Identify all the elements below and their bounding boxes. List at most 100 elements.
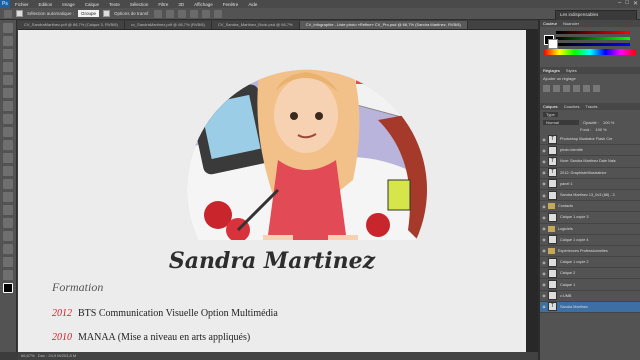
visibility-eye-icon[interactable]: ◉ <box>540 137 548 142</box>
tab-styles[interactable]: Styles <box>566 67 577 74</box>
document-tab[interactable]: CV_Sandra_Martinez_Book.psd @ 66,7% <box>212 21 300 29</box>
hand-tool-icon[interactable] <box>3 257 13 267</box>
tab-reglages[interactable]: Réglages <box>543 67 560 74</box>
visibility-eye-icon[interactable]: ◉ <box>540 260 548 265</box>
foreground-color-swatch[interactable] <box>3 283 13 293</box>
auto-select-checkbox[interactable] <box>16 10 23 17</box>
opacity-value[interactable]: 100 % <box>603 120 614 125</box>
document-tab-active[interactable]: CV_Infographie - Liste photo «Refine» CV… <box>299 21 468 29</box>
menu-selection[interactable]: Sélection <box>125 2 154 7</box>
menu-calque[interactable]: Calque <box>80 2 104 7</box>
crop-tool-icon[interactable] <box>3 75 13 85</box>
visibility-eye-icon[interactable]: ◉ <box>540 248 548 253</box>
layer-row[interactable]: ◉ Logiciels <box>540 224 640 235</box>
blur-tool-icon[interactable] <box>3 179 13 189</box>
visibility-eye-icon[interactable]: ◉ <box>540 237 548 242</box>
align-center-icon[interactable] <box>201 9 210 18</box>
layer-row[interactable]: ◉ T Photoshop Illustrator Flash Cre <box>540 134 640 146</box>
document-tab[interactable]: CV_SandraMartinez.pdf @ 66,7% (Calque 3,… <box>18 21 125 29</box>
document-tab[interactable]: cv_SandraMartinez.pdf @ 66,7% (RVB/8) <box>125 21 212 29</box>
visibility-eye-icon[interactable]: ◉ <box>540 226 548 231</box>
stamp-tool-icon[interactable] <box>3 127 13 137</box>
visibility-eye-icon[interactable]: ◉ <box>540 181 548 186</box>
maximize-button[interactable]: □ <box>625 0 629 7</box>
layer-row[interactable]: ◉ photo identité <box>540 145 640 157</box>
menu-filtre[interactable]: Filtre <box>153 2 173 7</box>
layer-row[interactable]: ◉ Expériences Professionnelles <box>540 246 640 258</box>
lasso-tool-icon[interactable] <box>3 49 13 59</box>
tab-couches[interactable]: Couches <box>564 103 580 110</box>
levels-icon[interactable] <box>553 85 560 92</box>
visibility-eye-icon[interactable]: ◉ <box>540 282 548 287</box>
blue-slider[interactable] <box>556 43 630 46</box>
path-select-tool-icon[interactable] <box>3 231 13 241</box>
layer-kind-filter[interactable]: Type <box>543 112 558 117</box>
minimize-button[interactable]: – <box>618 0 621 7</box>
align-bottom-icon[interactable] <box>177 9 186 18</box>
visibility-eye-icon[interactable]: ◉ <box>540 193 548 198</box>
layer-row[interactable]: ◉ panel 1 <box>540 179 640 190</box>
eyedropper-tool-icon[interactable] <box>3 88 13 98</box>
background-color[interactable] <box>548 39 558 49</box>
type-tool-icon[interactable] <box>3 218 13 228</box>
menu-fichier[interactable]: Fichier <box>10 2 34 7</box>
align-top-icon[interactable] <box>153 9 162 18</box>
hue-saturation-icon[interactable] <box>593 85 600 92</box>
fill-value[interactable]: 100 % <box>595 127 606 132</box>
move-tool-icon[interactable] <box>3 23 13 33</box>
pen-tool-icon[interactable] <box>3 205 13 215</box>
visibility-eye-icon[interactable]: ◉ <box>540 159 548 164</box>
brightness-icon[interactable] <box>543 85 550 92</box>
layer-row[interactable]: ◉ Calque 2 <box>540 268 640 280</box>
zoom-level[interactable]: 66,67% <box>21 353 35 358</box>
vibrance-icon[interactable] <box>583 85 590 92</box>
layer-row[interactable]: ◉ T Sandra Martinez <box>540 301 640 313</box>
align-middle-icon[interactable] <box>165 9 174 18</box>
red-slider[interactable] <box>556 31 630 34</box>
move-tool-icon[interactable] <box>4 9 12 18</box>
align-left-icon[interactable] <box>189 9 198 18</box>
visibility-eye-icon[interactable]: ◉ <box>540 204 548 209</box>
menu-image[interactable]: Image <box>57 2 80 7</box>
brush-tool-icon[interactable] <box>3 114 13 124</box>
layer-row[interactable]: ◉ T Nom: Sandra Martinez Date Nais <box>540 156 640 168</box>
zoom-tool-icon[interactable] <box>3 270 13 280</box>
align-right-icon[interactable] <box>213 9 222 18</box>
dodge-tool-icon[interactable] <box>3 192 13 202</box>
menu-edition[interactable]: Edition <box>34 2 58 7</box>
visibility-eye-icon[interactable]: ◉ <box>540 293 548 298</box>
auto-select-dropdown[interactable]: Groupe <box>78 10 100 17</box>
tab-traces[interactable]: Tracés <box>585 103 597 110</box>
shape-tool-icon[interactable] <box>3 244 13 254</box>
tab-couleur[interactable]: Couleur <box>543 20 557 27</box>
layer-row[interactable]: ◉ Calque 1 copie 4 <box>540 235 640 246</box>
eraser-tool-icon[interactable] <box>3 153 13 163</box>
document-canvas[interactable]: Sandra Martinez Formation 2012 BTS Commun… <box>18 30 526 352</box>
quick-select-tool-icon[interactable] <box>3 62 13 72</box>
layer-row[interactable]: ◉ Sandra Martinez 13_0v3 (88) - 3 <box>540 190 640 202</box>
transform-checkbox[interactable] <box>103 10 111 17</box>
layer-row[interactable]: ◉ c:UMB <box>540 291 640 302</box>
history-brush-tool-icon[interactable] <box>3 140 13 150</box>
visibility-eye-icon[interactable]: ◉ <box>540 271 548 276</box>
layer-row[interactable]: ◉ Contacts <box>540 201 640 213</box>
close-button[interactable]: ✕ <box>633 0 638 7</box>
tab-calques[interactable]: Calques <box>543 103 558 110</box>
gradient-tool-icon[interactable] <box>3 166 13 176</box>
menu-aide[interactable]: Aide <box>243 2 262 7</box>
green-slider[interactable] <box>556 37 630 40</box>
color-spectrum[interactable] <box>544 49 636 55</box>
menu-affichage[interactable]: Affichage <box>189 2 218 7</box>
visibility-eye-icon[interactable]: ◉ <box>540 215 548 220</box>
layer-row[interactable]: ◉ Calque 1 <box>540 279 640 291</box>
healing-tool-icon[interactable] <box>3 101 13 111</box>
curves-icon[interactable] <box>563 85 570 92</box>
exposure-icon[interactable] <box>573 85 580 92</box>
layer-row[interactable]: ◉ Calque 1 copie 2 <box>540 257 640 269</box>
visibility-eye-icon[interactable]: ◉ <box>540 148 548 153</box>
tab-nuancier[interactable]: Nuancier <box>563 20 579 27</box>
menu-texte[interactable]: Texte <box>104 2 125 7</box>
visibility-eye-icon[interactable]: ◉ <box>540 170 548 175</box>
menu-fenetre[interactable]: Fenêtre <box>218 2 244 7</box>
layer-row[interactable]: ◉ T 2012: Graphiste/Illustratrice <box>540 168 640 179</box>
